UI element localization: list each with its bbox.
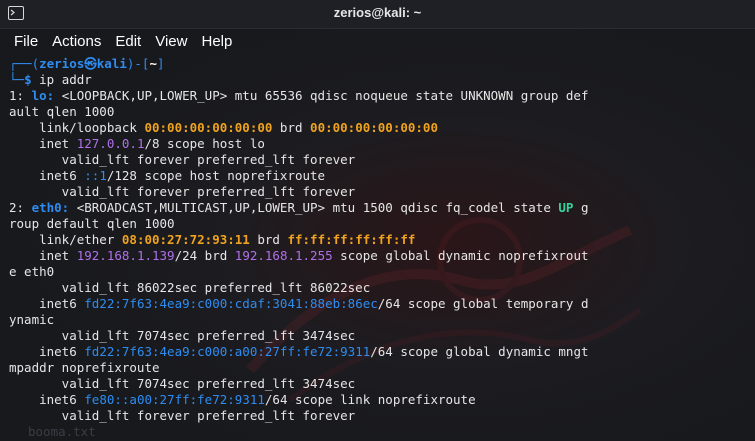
menu-file[interactable]: File [0,33,45,50]
terminal-line: valid_lft forever preferred_lft forever [9,408,749,424]
terminal-text: inet6 [9,296,85,311]
title-bar: zerios@kali: ~ [0,0,755,29]
terminal-text: 192.168.1.139 [76,248,175,263]
terminal-text: ff:ff:ff:ff:ff:ff [287,232,416,247]
terminal-line: 2: eth0: <BROADCAST,MULTICAST,UP,LOWER_U… [9,200,749,216]
terminal-line: inet6 ::1/128 scope host noprefixroute [9,168,749,184]
terminal-text: ::1 [84,168,107,183]
terminal-text: valid_lft forever preferred_lft forever [9,152,356,167]
terminal-text: $ [24,72,40,87]
terminal-line: e eth0 [9,264,749,280]
terminal-text: roup default qlen 1000 [9,216,175,231]
terminal-text: 2: [9,200,32,215]
terminal-text: 08:00:27:72:93:11 [121,232,250,247]
terminal-line: 1: lo: <LOOPBACK,UP,LOWER_UP> mtu 65536 … [9,88,749,104]
terminal-text: fd22:7f63:4ea9:c000:cdaf:3041:88eb:86ec [84,296,378,311]
terminal-text: brd [249,232,288,247]
terminal-output[interactable]: ┌──(zerios㉿kali)-[~] └─$ ip addr 1: lo: <L… [9,56,749,424]
terminal-text: /64 scope global dynamic mngt [370,344,589,359]
terminal-text: /64 scope link noprefixroute [264,392,476,407]
menu-view[interactable]: View [148,33,194,50]
menu-help[interactable]: Help [194,33,239,50]
terminal-window: zerios@kali: ~ File Actions Edit View He… [0,0,755,441]
terminal-text: )-[ [126,56,150,71]
terminal-text: link/ether [9,232,122,247]
terminal-text: g [573,200,589,215]
terminal-text: 127.0.0.1 [76,136,145,151]
terminal-text: ault qlen 1000 [9,104,115,119]
terminal-line: roup default qlen 1000 [9,216,749,232]
terminal-line: ault qlen 1000 [9,104,749,120]
terminal-text: scope global dynamic noprefixrout [332,248,589,263]
terminal-text: e eth0 [9,264,55,279]
terminal-text: inet [9,248,77,263]
terminal-text: /128 scope host noprefixroute [106,168,326,183]
terminal-text: inet6 [9,344,85,359]
terminal-text: ~ [149,56,157,71]
terminal-text: lo: [31,88,62,103]
terminal-line: inet6 fd22:7f63:4ea9:c000:cdaf:3041:88eb… [9,296,749,312]
menu-edit[interactable]: Edit [108,33,148,50]
terminal-text: valid_lft 86022sec preferred_lft 86022se… [9,280,371,295]
terminal-line: ┌──(zerios㉿kali)-[~] [9,56,749,72]
terminal-text: valid_lft forever preferred_lft forever [9,408,356,423]
window-title: zerios@kali: ~ [333,5,422,20]
terminal-line: link/ether 08:00:27:72:93:11 brd ff:ff:f… [9,232,749,248]
terminal-line: valid_lft forever preferred_lft forever [9,184,749,200]
terminal-text: fe80::a00:27ff:fe72:9311 [84,392,265,407]
terminal-text: /8 scope host lo [144,136,265,151]
terminal-text: zerios㉿kali [39,56,127,71]
terminal-text: 1: [9,88,32,103]
terminal-line: └─$ ip addr [9,72,749,88]
terminal-text: inet [9,136,77,151]
terminal-line: inet 192.168.1.139/24 brd 192.168.1.255 … [9,248,749,264]
terminal-line: valid_lft 7074sec preferred_lft 3474sec [9,376,749,392]
terminal-line: valid_lft 7074sec preferred_lft 3474sec [9,328,749,344]
terminal-line: valid_lft forever preferred_lft forever [9,152,749,168]
terminal-text: ┌──( [9,56,40,71]
terminal-text: inet6 [9,392,85,407]
terminal-text: /64 scope global temporary d [377,296,589,311]
terminal-line: inet 127.0.0.1/8 scope host lo [9,136,749,152]
terminal-line: link/loopback 00:00:00:00:00:00 brd 00:0… [9,120,749,136]
terminal-text: ip addr [39,72,92,87]
terminal-line: mpaddr noprefixroute [9,360,749,376]
terminal-text: valid_lft forever preferred_lft forever [9,184,356,199]
terminal-text: 00:00:00:00:00:00 [310,120,438,135]
background-filename: booma.txt [28,424,96,439]
terminal-text: ] [156,56,165,71]
terminal-text: inet6 [9,168,85,183]
terminal-text: 192.168.1.255 [234,248,333,263]
terminal-text: valid_lft 7074sec preferred_lft 3474sec [9,328,356,343]
menu-actions[interactable]: Actions [45,33,108,50]
terminal-text: link/loopback [9,120,145,135]
terminal-text: /24 brd [174,248,235,263]
terminal-text: 00:00:00:00:00:00 [144,120,273,135]
terminal-line: inet6 fe80::a00:27ff:fe72:9311/64 scope … [9,392,749,408]
terminal-text: valid_lft 7074sec preferred_lft 3474sec [9,376,356,391]
terminal-text: eth0: [31,200,77,215]
terminal-text: fd22:7f63:4ea9:c000:a00:27ff:fe72:9311 [84,344,371,359]
terminal-text: ynamic [9,312,55,327]
terminal-text: └─ [9,72,25,87]
menu-bar: File Actions Edit View Help [0,29,755,53]
terminal-text: UP [558,200,574,215]
terminal-text: mpaddr noprefixroute [9,360,160,375]
terminal-text: <LOOPBACK,UP,LOWER_UP> mtu 65536 qdisc n… [61,88,589,103]
terminal-line: ynamic [9,312,749,328]
terminal-text: brd [272,120,311,135]
terminal-line: inet6 fd22:7f63:4ea9:c000:a00:27ff:fe72:… [9,344,749,360]
terminal-text: <BROADCAST,MULTICAST,UP,LOWER_UP> mtu 15… [76,200,559,215]
terminal-line: valid_lft 86022sec preferred_lft 86022se… [9,280,749,296]
